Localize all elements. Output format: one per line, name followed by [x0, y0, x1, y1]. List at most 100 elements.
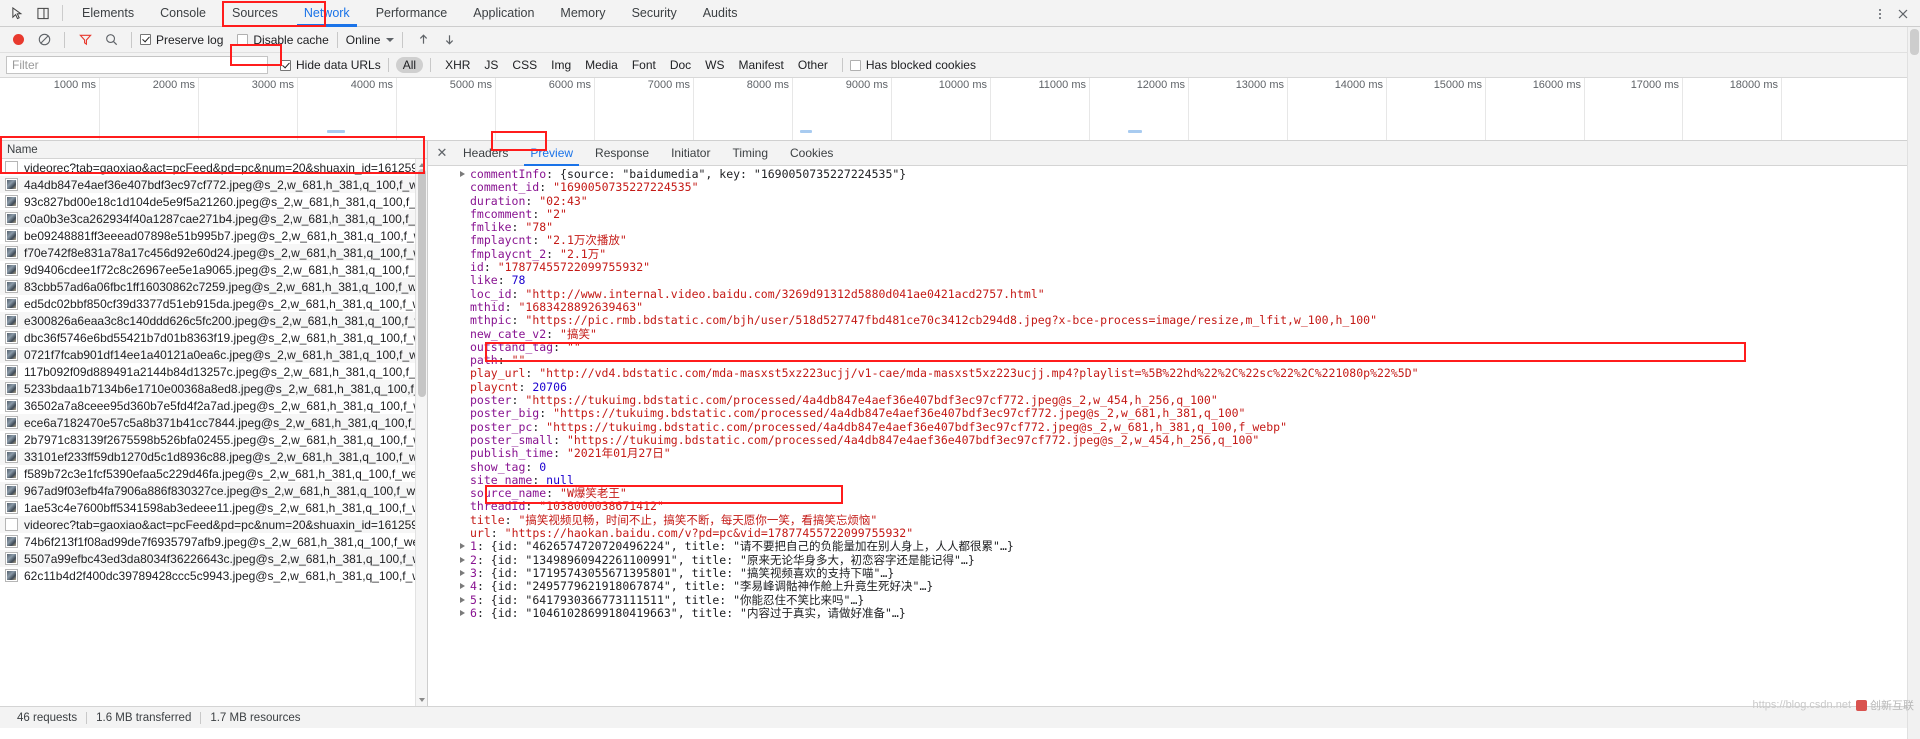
- window-scrollbar[interactable]: [1907, 27, 1920, 739]
- json-row[interactable]: 6: {id: "10461028699180419663", title: "…: [428, 607, 1920, 620]
- request-row[interactable]: 1ae53c4e7600bff5341598ab3edeee11.jpeg@s_…: [0, 499, 427, 516]
- search-icon[interactable]: [99, 29, 123, 51]
- detail-tab-timing[interactable]: Timing: [721, 141, 779, 166]
- inspect-element-icon[interactable]: [4, 1, 30, 25]
- scrollbar-thumb[interactable]: [1910, 29, 1919, 55]
- request-row[interactable]: dbc36f5746e6bd55421b7d01b8363f19.jpeg@s_…: [0, 329, 427, 346]
- type-filter-xhr[interactable]: XHR: [438, 57, 477, 73]
- json-row[interactable]: play_url: "http://vd4.bdstatic.com/mda-m…: [428, 367, 1920, 380]
- tab-sources[interactable]: Sources: [219, 0, 291, 27]
- request-row[interactable]: f70e742f8e831a78a17c456d92e60d24.jpeg@s_…: [0, 244, 427, 261]
- preserve-log-checkbox[interactable]: Preserve log: [140, 33, 223, 47]
- type-filter-all[interactable]: All: [396, 57, 423, 73]
- tab-audits[interactable]: Audits: [690, 0, 751, 27]
- tab-performance[interactable]: Performance: [363, 0, 461, 27]
- json-row[interactable]: 1: {id: "4626574720720496224", title: "请…: [428, 540, 1920, 553]
- json-row[interactable]: outstand_tag: "": [428, 341, 1920, 354]
- has-blocked-cookies-checkbox[interactable]: Has blocked cookies: [850, 58, 976, 72]
- request-row[interactable]: 4a4db847e4aef36e407bdf3ec97cf772.jpeg@s_…: [0, 176, 427, 193]
- requests-column-header[interactable]: Name: [0, 141, 427, 159]
- json-row[interactable]: 4: {id: "2495779621918067874", title: "李…: [428, 580, 1920, 593]
- json-row[interactable]: fmplaycnt: "2.1万次播放": [428, 234, 1920, 247]
- type-filter-other[interactable]: Other: [791, 57, 835, 73]
- json-row[interactable]: fmplaycnt_2: "2.1万": [428, 248, 1920, 261]
- expand-triangle-icon[interactable]: [460, 557, 465, 563]
- json-row[interactable]: poster: "https://tukuimg.bdstatic.com/pr…: [428, 394, 1920, 407]
- expand-triangle-icon[interactable]: [460, 610, 465, 616]
- request-row[interactable]: 117b092f09d889491a2144b84d13257c.jpeg@s_…: [0, 363, 427, 380]
- json-row[interactable]: threadId: "1038000038671412": [428, 500, 1920, 513]
- json-row[interactable]: comment_id: "1690050735227224535": [428, 181, 1920, 194]
- json-row[interactable]: mthpic: "https://pic.rmb.bdstatic.com/bj…: [428, 314, 1920, 327]
- request-row[interactable]: 0721f7fcab901df14ee1a40121a0ea6c.jpeg@s_…: [0, 346, 427, 363]
- request-row[interactable]: f589b72c3e1fcf5390efaa5c229d46fa.jpeg@s_…: [0, 465, 427, 482]
- detail-tab-response[interactable]: Response: [584, 141, 660, 166]
- tab-network[interactable]: Network: [291, 0, 363, 27]
- close-devtools-icon[interactable]: [1890, 2, 1916, 26]
- json-row[interactable]: poster_pc: "https://tukuimg.bdstatic.com…: [428, 421, 1920, 434]
- device-toolbar-icon[interactable]: [30, 1, 56, 25]
- json-row[interactable]: source_name: "W爆笑老王": [428, 487, 1920, 500]
- json-preview-viewer[interactable]: commentInfo: {source: "baidumedia", key:…: [428, 166, 1920, 706]
- filter-input[interactable]: [6, 56, 268, 74]
- detail-tab-cookies[interactable]: Cookies: [779, 141, 844, 166]
- throttling-dropdown[interactable]: Online: [346, 33, 395, 47]
- request-row[interactable]: 9d9406cdee1f72c8c26967ee5e1a9065.jpeg@s_…: [0, 261, 427, 278]
- disable-cache-checkbox[interactable]: Disable cache: [237, 33, 328, 47]
- requests-scrollbar[interactable]: [415, 159, 427, 706]
- json-row[interactable]: id: "17877455722099755932": [428, 261, 1920, 274]
- json-row[interactable]: site_name: null: [428, 474, 1920, 487]
- request-row[interactable]: 36502a7a8ceee95d360b7e5fd4f2a7ad.jpeg@s_…: [0, 397, 427, 414]
- type-filter-js[interactable]: JS: [477, 57, 505, 73]
- request-row[interactable]: 2b7971c83139f2675598b526bfa02455.jpeg@s_…: [0, 431, 427, 448]
- type-filter-manifest[interactable]: Manifest: [732, 57, 791, 73]
- scroll-down-icon[interactable]: [416, 694, 428, 706]
- json-row[interactable]: mthid: "1683428892639463": [428, 301, 1920, 314]
- more-options-icon[interactable]: [1870, 2, 1890, 26]
- type-filter-img[interactable]: Img: [544, 57, 578, 73]
- expand-triangle-icon[interactable]: [460, 543, 465, 549]
- export-har-button[interactable]: [437, 29, 461, 51]
- expand-triangle-icon[interactable]: [460, 570, 465, 576]
- requests-list[interactable]: videorec?tab=gaoxiao&act=pcFeed&pd=pc&nu…: [0, 159, 427, 706]
- expand-triangle-icon[interactable]: [460, 597, 465, 603]
- type-filter-media[interactable]: Media: [578, 57, 625, 73]
- request-row[interactable]: 33101ef233ff59db1270d5c1d8936c88.jpeg@s_…: [0, 448, 427, 465]
- request-row[interactable]: 93c827bd00e18c1d104de5e9f5a21260.jpeg@s_…: [0, 193, 427, 210]
- network-overview-timeline[interactable]: 1000 ms2000 ms3000 ms4000 ms5000 ms6000 …: [0, 78, 1920, 141]
- tab-security[interactable]: Security: [619, 0, 690, 27]
- type-filter-doc[interactable]: Doc: [663, 57, 698, 73]
- filter-toggle-icon[interactable]: [73, 29, 97, 51]
- json-row[interactable]: show_tag: 0: [428, 461, 1920, 474]
- json-row[interactable]: url: "https://haokan.baidu.com/v?pd=pc&v…: [428, 527, 1920, 540]
- request-row[interactable]: 83cbb57ad6a06fbc1ff16030862c7259.jpeg@s_…: [0, 278, 427, 295]
- request-row[interactable]: 5233bdaa1b7134b6e1710e00368a8ed8.jpeg@s_…: [0, 380, 427, 397]
- scrollbar-thumb[interactable]: [418, 169, 426, 397]
- expand-triangle-icon[interactable]: [460, 583, 465, 589]
- request-row[interactable]: be09248881ff3eeead07898e51b995b7.jpeg@s_…: [0, 227, 427, 244]
- request-row[interactable]: 5507a99efbc43ed3da8034f36226643c.jpeg@s_…: [0, 550, 427, 567]
- detail-tab-preview[interactable]: Preview: [519, 141, 584, 166]
- request-row[interactable]: 967ad9f03efb4fa7906a886f830327ce.jpeg@s_…: [0, 482, 427, 499]
- type-filter-font[interactable]: Font: [625, 57, 663, 73]
- json-row[interactable]: fmlike: "78": [428, 221, 1920, 234]
- json-row[interactable]: commentInfo: {source: "baidumedia", key:…: [428, 168, 1920, 181]
- json-row[interactable]: loc_id: "http://www.internal.video.baidu…: [428, 288, 1920, 301]
- json-row[interactable]: 5: {id: "6417930366773111511", title: "你…: [428, 594, 1920, 607]
- tab-console[interactable]: Console: [147, 0, 219, 27]
- expand-triangle-icon[interactable]: [460, 171, 465, 177]
- json-row[interactable]: 3: {id: "17195743055671395801", title: "…: [428, 567, 1920, 580]
- request-row[interactable]: videorec?tab=gaoxiao&act=pcFeed&pd=pc&nu…: [0, 516, 427, 533]
- request-row[interactable]: 74b6f213f1f08ad99de7f6935797afb9.jpeg@s_…: [0, 533, 427, 550]
- record-button[interactable]: [6, 29, 30, 51]
- json-row[interactable]: like: 78: [428, 274, 1920, 287]
- json-row[interactable]: duration: "02:43": [428, 195, 1920, 208]
- tab-elements[interactable]: Elements: [69, 0, 147, 27]
- request-row[interactable]: videorec?tab=gaoxiao&act=pcFeed&pd=pc&nu…: [0, 159, 427, 176]
- clear-button[interactable]: [32, 29, 56, 51]
- json-row[interactable]: poster_big: "https://tukuimg.bdstatic.co…: [428, 407, 1920, 420]
- import-har-button[interactable]: [411, 29, 435, 51]
- close-detail-icon[interactable]: ✕: [432, 143, 452, 163]
- request-row[interactable]: e300826a6eaa3c8c140ddd626c5fc200.jpeg@s_…: [0, 312, 427, 329]
- request-row[interactable]: ed5dc02bbf850cf39d3377d51eb915da.jpeg@s_…: [0, 295, 427, 312]
